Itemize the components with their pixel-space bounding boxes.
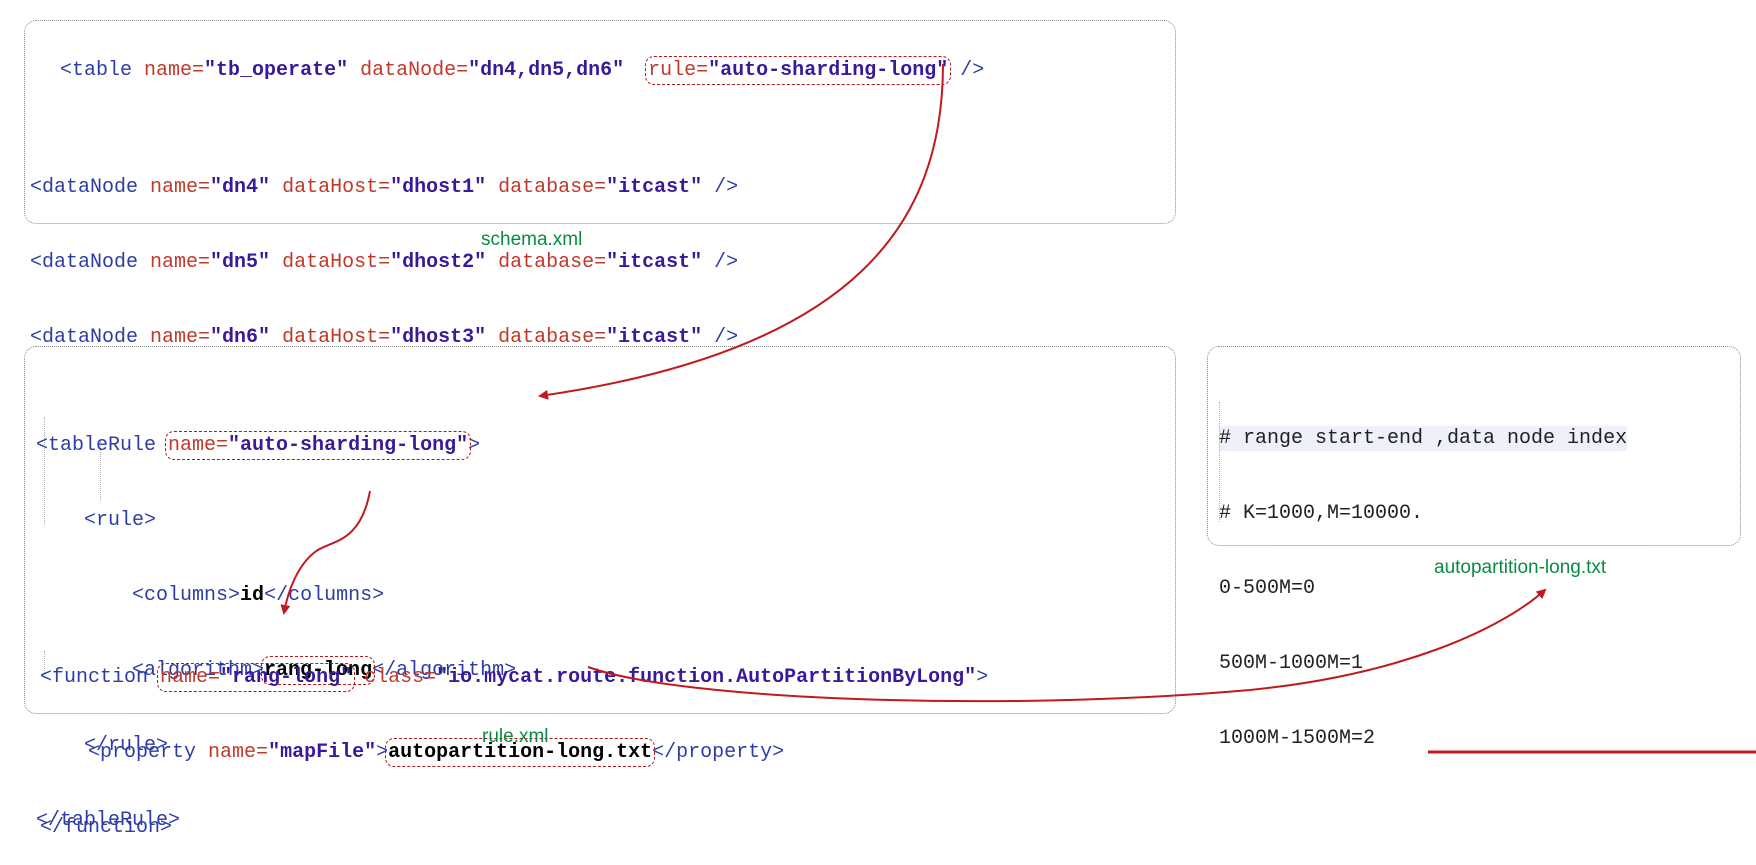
arrow-mapfile-to-autopartition bbox=[587, 588, 1547, 703]
arrow-rule-to-tablerule bbox=[538, 63, 944, 400]
arrow-algorithm-to-function bbox=[280, 490, 371, 615]
tag-function-close: </function> bbox=[40, 816, 173, 839]
connector-arrows bbox=[280, 63, 1756, 754]
function-close-line: </function> bbox=[40, 815, 988, 840]
